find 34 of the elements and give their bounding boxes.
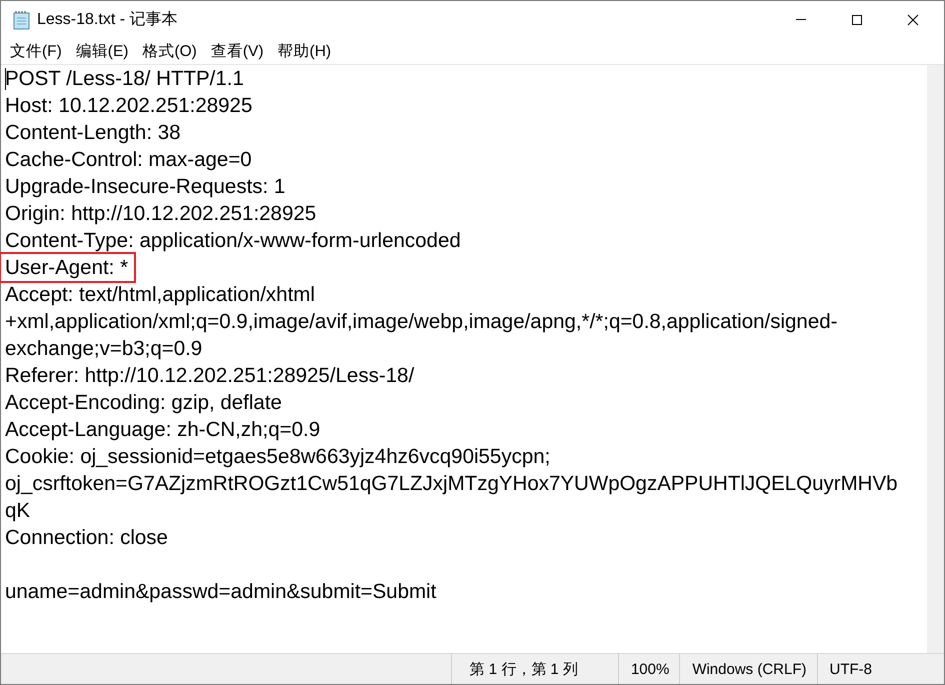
text-line: Referer: http://10.12.202.251:28925/Less-18/ <box>5 363 414 389</box>
text-line: Accept: text/html,application/xhtml <box>5 282 315 308</box>
text-line: Connection: close <box>5 525 168 551</box>
menu-item[interactable]: 文件(F) <box>3 38 69 64</box>
text-line: oj_csrftoken=G7AZjzmRtROGzt1Cw51qG7LZJxjMTzgYHox7YUWpOgzAPPUHTlJQELQuyrMHVb <box>5 471 898 497</box>
text-line: uname=admin&passwd=admin&submit=Submit <box>5 579 436 605</box>
line-ending: Windows (CRLF) <box>679 654 816 684</box>
close-icon <box>907 14 919 26</box>
notepad-icon <box>13 10 31 30</box>
menu-item[interactable]: 格式(O) <box>135 38 204 64</box>
text-line: POST /Less-18/ HTTP/1.1 <box>5 66 244 92</box>
text-line: Origin: http://10.12.202.251:28925 <box>5 201 316 227</box>
text-line: qK <box>5 498 30 524</box>
zoom-level: 100% <box>618 654 680 684</box>
text-line: Cache-Control: max-age=0 <box>5 147 252 173</box>
text-line: Accept-Language: zh-CN,zh;q=0.9 <box>5 417 320 443</box>
text-line: Upgrade-Insecure-Requests: 1 <box>5 174 286 200</box>
text-line: Content-Type: application/x-www-form-urlencoded <box>5 228 461 254</box>
text-line: +xml,application/xml;q=0.9,image/avif,image/webp,image/apng,*/*;q=0.8,application/signed- <box>5 309 838 335</box>
text-line: Accept-Encoding: gzip, deflate <box>5 390 282 416</box>
menu-item[interactable]: 编辑(E) <box>68 38 136 64</box>
encoding: UTF-8 <box>816 654 944 684</box>
menu-item[interactable]: 帮助(H) <box>270 38 338 64</box>
cursor-position: 第 1 行，第 1 列 <box>450 654 618 684</box>
text-line: Host: 10.12.202.251:28925 <box>5 93 252 119</box>
text-line: Content-Length: 38 <box>5 120 181 146</box>
highlighted-text-line: User-Agent: * <box>1 254 134 281</box>
menu-item[interactable]: 查看(V) <box>204 38 271 64</box>
window-title: Less-18.txt - 记事本 <box>37 10 178 30</box>
text-line: exchange;v=b3;q=0.9 <box>5 336 202 362</box>
scrollbar[interactable] <box>927 65 944 653</box>
maximize-icon <box>851 14 863 26</box>
minimize-icon <box>796 19 806 20</box>
text-line: Cookie: oj_sessionid=etgaes5e8w663yjz4hz6vcq90i55ycpn; <box>5 444 550 470</box>
